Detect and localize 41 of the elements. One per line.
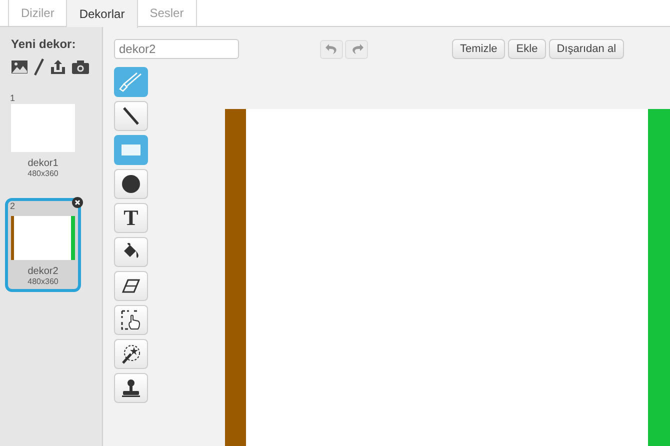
camera-icon[interactable] <box>72 60 89 74</box>
tool-button[interactable]: T <box>114 203 148 233</box>
name-field[interactable]: dekor2 <box>114 39 239 59</box>
paint-bucket-icon <box>122 243 140 261</box>
tool-button[interactable] <box>114 169 148 199</box>
tool-button[interactable] <box>114 101 148 131</box>
selection-hand-icon <box>121 310 141 330</box>
tool-button[interactable] <box>114 305 148 335</box>
tool-button[interactable] <box>114 271 148 301</box>
costume-size: 480x360 <box>26 169 60 178</box>
line-icon <box>123 107 139 125</box>
costume-item[interactable]: 1 dekor1 480x360 <box>5 90 81 184</box>
costume-item[interactable]: 2 dekor2 480x360 <box>5 198 81 292</box>
undo-button[interactable] <box>320 40 343 58</box>
tool-button[interactable] <box>114 237 148 267</box>
circle-icon <box>122 175 140 193</box>
toolbar-button[interactable]: Ekle <box>508 39 546 59</box>
costume-number: 2 <box>10 201 16 212</box>
magic-wand-icon <box>121 344 141 364</box>
costume-size: 480x360 <box>26 277 60 286</box>
close-icon[interactable] <box>72 197 83 208</box>
tab[interactable]: Dekorlar <box>66 0 138 28</box>
new-costume-label: Yeni dekor: <box>11 37 77 51</box>
tool-button[interactable] <box>114 339 148 369</box>
costume-number: 1 <box>10 93 16 104</box>
rectangle-icon <box>121 144 141 156</box>
brush-icon[interactable] <box>34 58 44 76</box>
redo-icon <box>350 43 364 55</box>
undo-icon <box>324 43 338 55</box>
stamp-icon <box>122 379 140 397</box>
upload-icon[interactable] <box>50 59 66 75</box>
redo-button[interactable] <box>345 40 368 58</box>
tool-button[interactable] <box>114 373 148 403</box>
costume-thumbnail <box>11 212 75 260</box>
toolbar-button[interactable]: Temizle <box>452 39 506 59</box>
eraser-icon <box>122 279 140 293</box>
brush-icon <box>119 72 143 92</box>
picture-icon[interactable] <box>11 60 28 74</box>
costume-name: dekor1 <box>26 158 60 169</box>
toolbar-button[interactable]: Dışarıdan al <box>548 39 624 59</box>
costume-name: dekor2 <box>26 266 60 277</box>
